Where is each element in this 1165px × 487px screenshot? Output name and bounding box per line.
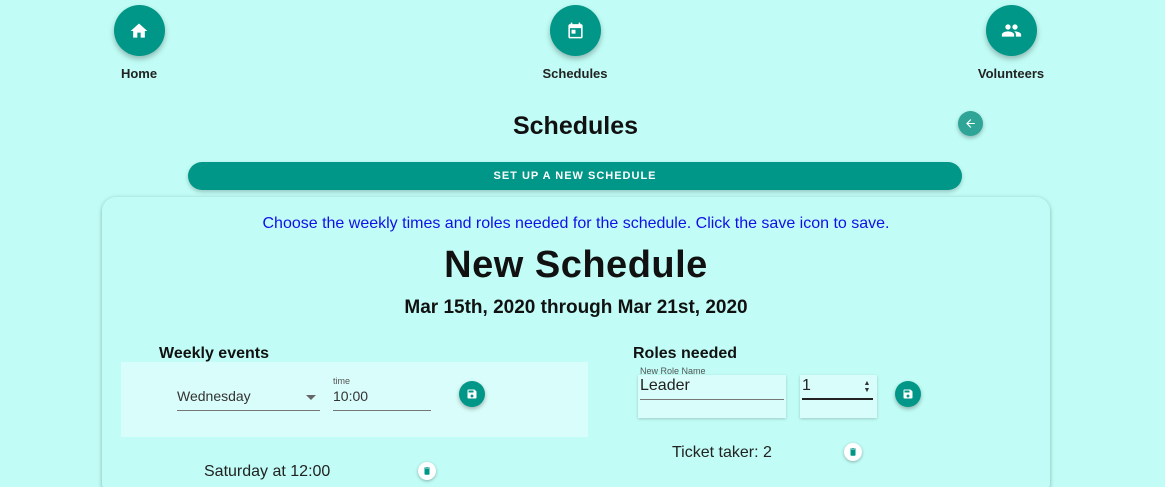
time-input[interactable]: time 10:00 [333, 376, 431, 411]
people-icon [1001, 24, 1021, 37]
nav-schedules[interactable]: Schedules [515, 5, 635, 81]
page: Home Schedules Volunteers Schedules SET … [0, 0, 1165, 487]
event-list-item: Saturday at 12:00 [204, 463, 331, 480]
schedules-button[interactable] [549, 5, 601, 56]
arrow-left-icon [966, 119, 975, 128]
save-role-button[interactable] [895, 381, 921, 407]
role-list-item: Ticket taker: 2 [672, 444, 772, 461]
spinner-arrows-icon[interactable]: ▲ ▼ [863, 380, 871, 394]
nav-home[interactable]: Home [79, 5, 199, 81]
save-event-button[interactable] [459, 381, 485, 407]
instructions-text: Choose the weekly times and roles needed… [262, 215, 890, 232]
day-select[interactable]: Wednesday [177, 384, 320, 411]
time-label: time [333, 376, 351, 386]
nav-home-label: Home [120, 66, 158, 81]
nav-schedules-label: Schedules [542, 66, 608, 81]
caret-down-icon [306, 395, 316, 400]
delete-role-button[interactable] [844, 443, 862, 461]
day-select-value: Wednesday [177, 388, 251, 404]
back-button[interactable] [958, 111, 983, 136]
home-icon [130, 23, 148, 38]
trash-icon [850, 448, 856, 456]
setup-new-schedule-button[interactable]: SET UP A NEW SCHEDULE [188, 162, 962, 190]
home-button[interactable] [113, 5, 165, 56]
save-icon [903, 389, 913, 399]
calendar-icon [567, 22, 583, 39]
role-count-input[interactable]: 1 ▲ ▼ [800, 375, 877, 418]
delete-event-button[interactable] [418, 462, 436, 480]
weekly-events-heading: Weekly events [159, 345, 269, 362]
weekly-events-form: Wednesday time 10:00 [121, 362, 588, 437]
roles-needed-heading: Roles needed [633, 345, 738, 362]
role-name-value: Leader [640, 375, 784, 400]
schedule-date-range: Mar 15th, 2020 through Mar 21st, 2020 [404, 297, 748, 318]
volunteers-button[interactable] [985, 5, 1037, 56]
schedule-card: Choose the weekly times and roles needed… [102, 197, 1050, 487]
role-name-input[interactable]: New Role Name Leader [638, 366, 786, 418]
save-icon [467, 389, 477, 399]
trash-icon [424, 467, 430, 475]
nav-volunteers[interactable]: Volunteers [951, 5, 1071, 81]
schedule-title: New Schedule [444, 244, 708, 286]
nav-volunteers-label: Volunteers [977, 66, 1045, 81]
time-value: 10:00 [333, 388, 369, 404]
